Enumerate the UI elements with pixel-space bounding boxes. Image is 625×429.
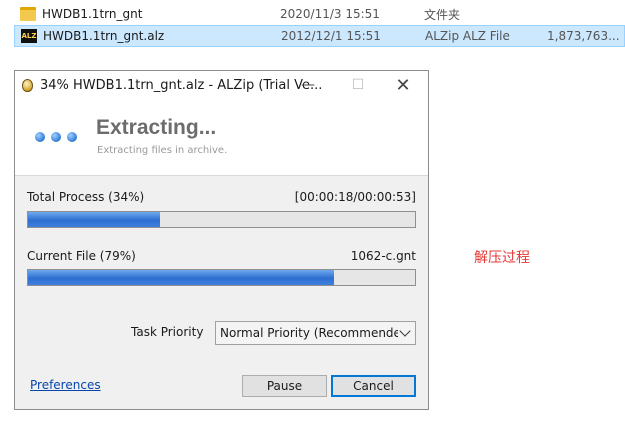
total-progress-fill [28, 212, 160, 227]
title-bar[interactable]: 34% HWDB1.1trn_gnt.alz - ALZip (Trial Ve… [15, 71, 428, 99]
window-title: 34% HWDB1.1trn_gnt.alz - ALZip (Trial Ve… [40, 77, 323, 93]
file-row-folder[interactable]: HWDB1.1trn_gnt 2020/11/3 15:51 文件夹 [14, 3, 625, 25]
current-file-name: 1062-c.gnt [350, 249, 416, 263]
cancel-button[interactable]: Cancel [331, 375, 416, 397]
annotation-note: 解压过程 [474, 250, 530, 266]
chevron-down-icon [399, 325, 411, 337]
file-date: 2020/11/3 15:51 [280, 7, 380, 21]
total-progress-bar [27, 211, 416, 228]
preferences-link[interactable]: Preferences [30, 378, 101, 392]
folder-icon [20, 7, 36, 21]
elapsed-time: [00:00:18/00:00:53] [294, 190, 416, 204]
extract-dialog: 34% HWDB1.1trn_gnt.alz - ALZip (Trial Ve… [14, 70, 429, 410]
alz-file-icon: ALZ [21, 29, 37, 43]
task-priority-value: Normal Priority (Recommende [220, 326, 398, 340]
pause-button[interactable]: Pause [242, 375, 327, 397]
header-band: Extracting... Extracting files in archiv… [15, 99, 428, 176]
close-button[interactable]: ✕ [380, 71, 426, 99]
file-size: 1,873,763... [547, 29, 620, 43]
file-name: HWDB1.1trn_gnt [42, 7, 143, 21]
file-row-alz[interactable]: ALZ HWDB1.1trn_gnt.alz 2012/12/1 15:51 A… [14, 25, 625, 47]
current-file-progress-bar [27, 269, 416, 286]
task-priority-label: Task Priority [131, 325, 204, 339]
task-priority-select[interactable]: Normal Priority (Recommende [215, 321, 416, 345]
file-type: 文件夹 [424, 7, 461, 22]
current-file-label: Current File (79%) [27, 249, 136, 263]
total-progress-label: Total Process (34%) [27, 190, 145, 204]
activity-dots-icon [35, 132, 77, 142]
current-file-progress-fill [28, 270, 334, 285]
file-date: 2012/12/1 15:51 [281, 29, 381, 43]
file-name: HWDB1.1trn_gnt.alz [43, 29, 165, 43]
file-type: ALZip ALZ File [425, 29, 510, 43]
dialog-subheading: Extracting files in archive. [97, 145, 228, 156]
alzip-app-icon [22, 78, 33, 92]
dialog-heading: Extracting... [96, 116, 217, 139]
minimize-button[interactable]: — [285, 71, 331, 99]
maximize-button[interactable]: ☐ [335, 71, 381, 99]
